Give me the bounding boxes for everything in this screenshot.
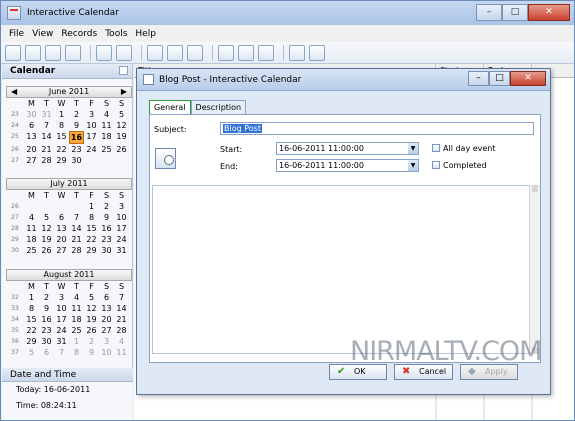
toolbar-separator [283,44,284,61]
end-label: End: [220,162,238,171]
notes-area[interactable] [152,185,530,354]
month-june: ◀ June 2011 ▶ MTWTFSS 23 30 31 1 2 3 4 5 24 6 7 8 9… [6,86,132,166]
calendar-icon[interactable] [289,44,305,61]
delete-record-icon[interactable] [187,44,203,61]
start-label: Start: [220,145,243,154]
dialog-maximize-button[interactable]: □ [489,71,510,86]
menu-file[interactable]: File [9,29,24,39]
subject-field[interactable]: Blog Post [220,122,534,135]
calendar-sidebar: Calendar ◀ June 2011 ▶ MTWTFSS 23 30 31 1 2 3… [2,64,133,420]
copy-icon[interactable] [238,44,254,61]
tab-description[interactable]: Description [190,100,247,115]
calendar-header: Calendar [2,64,132,79]
cut-icon[interactable] [218,44,234,61]
start-date-value: 16-06-2011 11:00:00 [279,144,364,153]
view-icon[interactable] [5,44,21,61]
checkmark-icon: ✔ [337,366,346,377]
dialog-close-button[interactable]: ✕ [510,71,546,86]
watermark: NIRMALTV.COM [350,336,542,367]
toolbar-separator [141,44,142,61]
chevron-down-icon[interactable]: ▼ [408,143,418,154]
time-label: Time: 08:24:11 [16,401,77,410]
end-date-field[interactable]: 16-06-2011 11:00:00 ▼ [276,159,419,172]
new-record-icon[interactable] [147,44,163,61]
date-time-header: Date and Time [2,368,133,382]
menu-records[interactable]: Records [61,29,97,39]
tab-general[interactable]: General [149,100,191,115]
export-icon[interactable] [116,44,132,61]
menu-tools[interactable]: Tools [105,29,127,39]
next-month-arrow-icon[interactable]: ▶ [121,87,127,97]
records-icon[interactable] [65,44,81,61]
window-title-bar: Interactive Calendar – □ ✕ [1,1,574,25]
subject-value: Blog Post [223,124,262,133]
previous-month-arrow-icon[interactable]: ◀ [11,87,17,97]
dialog-title-bar: Blog Post - Interactive Calendar – □ ✕ [137,69,550,91]
edit-record-icon[interactable] [167,44,183,61]
all-day-checkbox[interactable] [432,144,440,152]
general-panel: Subject: Blog Post Start: 16-06-2011 11:… [149,114,541,363]
toolbar-separator [212,44,213,61]
weekday-row: MTWTFSS [28,99,125,108]
dialog-tabs: General Description [149,100,247,115]
completed-checkbox[interactable] [432,161,440,169]
reminder-icon[interactable] [309,44,325,61]
all-day-label: All day event [443,144,496,153]
month-august: August 2011 MTWTFSS 32 1 2 3 4 5 6 7 33 8 9 10 11 12… [6,269,132,358]
calendar-app-icon [7,6,21,20]
completed-label: Completed [443,161,487,170]
toolbar [1,42,574,64]
month-title: July 2011 [6,178,132,190]
subject-label: Subject: [154,125,187,134]
today-label: Today: 16-06-2011 [16,385,91,394]
tools-icon[interactable] [96,44,112,61]
minimize-button[interactable]: – [476,4,502,21]
clock-icon [155,148,176,169]
search-icon[interactable] [25,44,41,61]
start-date-field[interactable]: 16-06-2011 11:00:00 ▼ [276,142,419,155]
date-time-panel: Date and Time Today: 16-06-2011 Time: 08… [2,368,133,420]
window-controls: – □ ✕ [476,4,570,21]
close-button[interactable]: ✕ [528,4,570,21]
window-title: Interactive Calendar [27,8,119,18]
dialog-controls: – □ ✕ [468,71,546,86]
cross-icon: ✖ [402,366,411,377]
menu-view[interactable]: View [32,29,53,39]
dialog-title: Blog Post - Interactive Calendar [159,74,302,85]
apply-icon: ◆ [468,366,476,377]
menu-help[interactable]: Help [135,29,156,39]
today-date: 16 [69,131,84,144]
end-date-value: 16-06-2011 11:00:00 [279,161,364,170]
chevron-down-icon[interactable]: ▼ [408,160,418,171]
menu-bar: File View Records Tools Help [1,25,574,42]
paste-icon[interactable] [258,44,274,61]
toolbar-separator [90,44,91,61]
maximize-button[interactable]: □ [502,4,528,21]
month-july: July 2011 MTWTFSS 26 1 2 3 27 4 5 6 7 8 9 10 28 11 1… [6,178,132,256]
month-title: ◀ June 2011 ▶ [6,86,132,98]
calendar-icon [143,74,154,85]
notes-scrollbar[interactable] [529,185,540,354]
dialog-minimize-button[interactable]: – [468,71,489,86]
print-icon[interactable] [45,44,61,61]
month-title: August 2011 [6,269,132,281]
pin-icon[interactable] [119,66,128,75]
